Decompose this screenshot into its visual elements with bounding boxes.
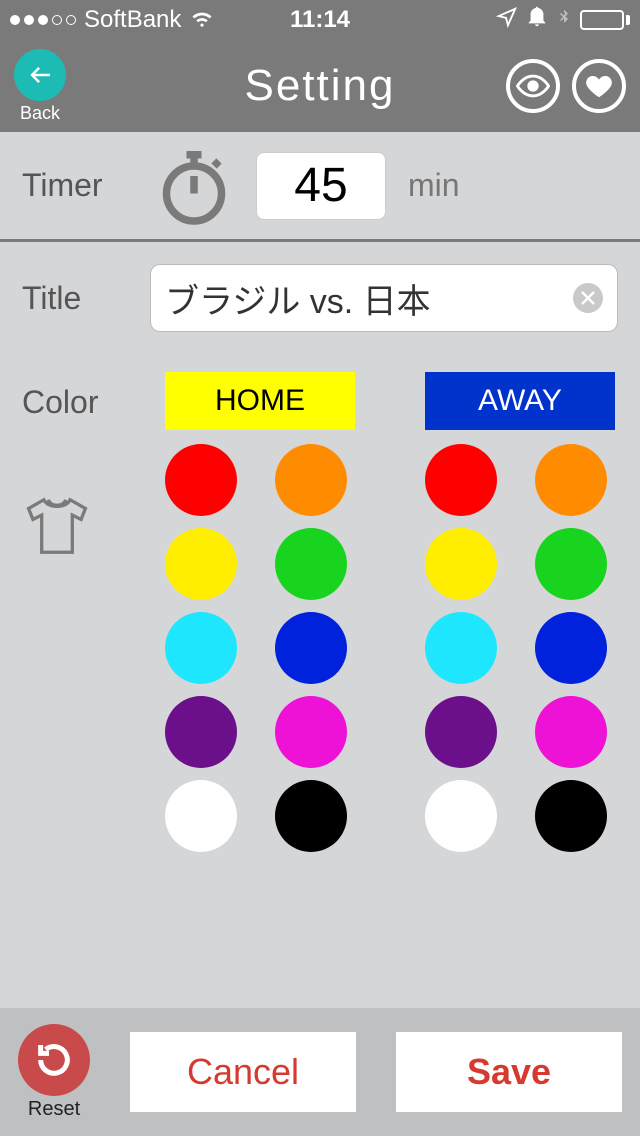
signal-dots-icon	[10, 15, 76, 25]
title-input[interactable]: ブラジル vs. 日本	[150, 264, 618, 332]
save-button[interactable]: Save	[396, 1032, 622, 1112]
heart-icon	[584, 71, 614, 101]
home-color-swatch-0[interactable]	[165, 444, 237, 516]
home-color-column: HOME	[165, 372, 355, 852]
timer-value-input[interactable]: 45	[256, 152, 386, 220]
clear-title-button[interactable]	[573, 283, 603, 313]
home-header: HOME	[165, 372, 355, 430]
away-color-swatch-0[interactable]	[425, 444, 497, 516]
timer-label: Timer	[22, 167, 132, 204]
home-color-swatch-1[interactable]	[275, 444, 347, 516]
timer-row: Timer 45 min	[0, 132, 640, 242]
color-row: Color HOME AWAY	[22, 372, 618, 852]
cancel-button[interactable]: Cancel	[130, 1032, 356, 1112]
status-time: 11:14	[290, 6, 350, 34]
away-color-swatch-2[interactable]	[425, 528, 497, 600]
location-icon	[496, 6, 518, 35]
footer-bar: Reset Cancel Save	[0, 1008, 640, 1136]
reset-icon	[18, 1024, 90, 1096]
away-color-swatch-5[interactable]	[535, 612, 607, 684]
visibility-button[interactable]	[506, 59, 560, 113]
title-row: Title ブラジル vs. 日本	[22, 264, 618, 332]
status-bar: SoftBank 11:14	[0, 0, 640, 40]
alarm-icon	[526, 6, 548, 35]
stopwatch-icon	[154, 146, 234, 226]
away-color-swatch-8[interactable]	[425, 780, 497, 852]
carrier-label: SoftBank	[84, 6, 181, 34]
away-color-swatch-3[interactable]	[535, 528, 607, 600]
away-color-swatch-9[interactable]	[535, 780, 607, 852]
tshirt-icon	[22, 491, 92, 561]
favorite-button[interactable]	[572, 59, 626, 113]
reset-label: Reset	[28, 1098, 80, 1121]
away-color-swatch-7[interactable]	[535, 696, 607, 768]
home-color-swatch-8[interactable]	[165, 780, 237, 852]
away-color-swatch-6[interactable]	[425, 696, 497, 768]
back-arrow-icon	[14, 49, 66, 101]
eye-icon	[516, 69, 550, 103]
timer-unit-label: min	[408, 167, 460, 204]
away-color-swatch-1[interactable]	[535, 444, 607, 516]
away-color-swatch-4[interactable]	[425, 612, 497, 684]
home-color-swatch-4[interactable]	[165, 612, 237, 684]
bluetooth-icon	[556, 6, 572, 35]
home-color-swatch-5[interactable]	[275, 612, 347, 684]
reset-button[interactable]: Reset	[18, 1024, 90, 1121]
home-color-swatch-9[interactable]	[275, 780, 347, 852]
battery-icon	[580, 10, 630, 30]
home-color-swatch-3[interactable]	[275, 528, 347, 600]
title-value: ブラジル vs. 日本	[165, 274, 573, 323]
home-color-swatch-7[interactable]	[275, 696, 347, 768]
wifi-icon	[189, 4, 215, 37]
close-icon	[581, 291, 595, 305]
title-label: Title	[22, 280, 132, 317]
away-header: AWAY	[425, 372, 615, 430]
away-color-column: AWAY	[425, 372, 615, 852]
home-color-swatch-2[interactable]	[165, 528, 237, 600]
nav-bar: Back Setting	[0, 40, 640, 132]
back-button[interactable]: Back	[14, 49, 66, 124]
home-color-swatch-6[interactable]	[165, 696, 237, 768]
color-label: Color	[22, 384, 132, 421]
